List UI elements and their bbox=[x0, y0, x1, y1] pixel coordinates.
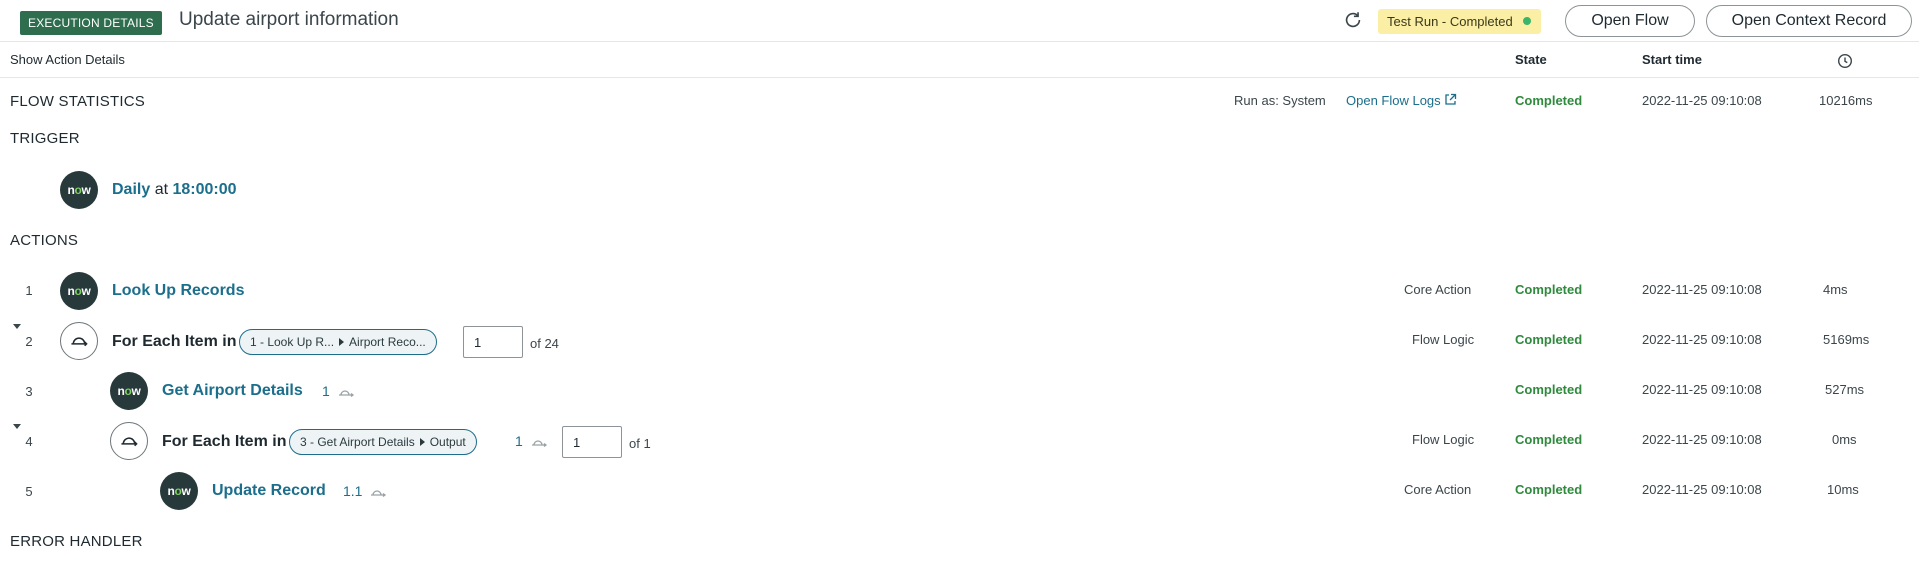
data-pill-field: Airport Reco... bbox=[349, 335, 426, 349]
iteration-total: of 24 bbox=[530, 336, 559, 351]
iteration-ref: 1.1 bbox=[343, 483, 388, 499]
action-duration: 10ms bbox=[1827, 482, 1859, 497]
loop-mini-icon bbox=[531, 440, 547, 448]
caret-right-icon bbox=[339, 338, 345, 346]
row-number: 4 bbox=[25, 434, 33, 449]
show-action-details-toggle[interactable]: Show Action Details bbox=[10, 52, 125, 67]
trigger-time: 18:00:00 bbox=[172, 181, 237, 198]
open-flow-button[interactable]: Open Flow bbox=[1565, 5, 1695, 37]
action-update-record[interactable]: Update Record bbox=[212, 482, 326, 500]
data-pill-source: 1 - Look Up R... bbox=[250, 335, 335, 349]
action-state: Completed bbox=[1515, 332, 1583, 347]
iteration-input[interactable] bbox=[562, 426, 622, 458]
action-get-airport-details[interactable]: Get Airport Details bbox=[162, 382, 303, 400]
now-logo-icon: now bbox=[60, 171, 98, 209]
data-pill[interactable]: 3 - Get Airport Details Output bbox=[289, 429, 477, 455]
action-start-time: 2022-11-25 09:10:08 bbox=[1642, 332, 1762, 347]
iteration-ref: 1 bbox=[322, 383, 356, 399]
caret-right-icon bbox=[419, 438, 425, 446]
action-type: Core Action bbox=[1404, 482, 1472, 497]
trigger-heading: TRIGGER bbox=[10, 130, 80, 147]
status-dot-icon bbox=[1522, 17, 1531, 25]
iteration-ref-number: 1 bbox=[515, 433, 523, 449]
trigger-at: at bbox=[154, 181, 169, 198]
column-start-time: Start time bbox=[1642, 52, 1702, 67]
row-number: 3 bbox=[25, 384, 33, 399]
iteration-ref: 1 bbox=[515, 433, 549, 449]
data-pill[interactable]: 1 - Look Up R... Airport Reco... bbox=[239, 329, 437, 355]
action-type: Core Action bbox=[1404, 282, 1472, 297]
iteration-ref-number: 1.1 bbox=[343, 483, 363, 499]
flow-start-time: 2022-11-25 09:10:08 bbox=[1642, 93, 1762, 108]
open-flow-logs-label: Open Flow Logs bbox=[1346, 93, 1441, 108]
header-bar: EXECUTION DETAILS Update airport informa… bbox=[0, 0, 1919, 42]
flow-duration: 10216ms bbox=[1819, 93, 1873, 108]
iteration-total: of 1 bbox=[629, 436, 651, 451]
external-link-icon bbox=[1445, 93, 1457, 105]
now-logo-icon: now bbox=[110, 372, 148, 410]
for-each-label: For Each Item in bbox=[112, 333, 237, 350]
execution-details-badge: EXECUTION DETAILS bbox=[20, 11, 162, 35]
page-title: Update airport information bbox=[179, 9, 399, 30]
column-header-row: Show Action Details State Start time bbox=[0, 42, 1919, 78]
iteration-input[interactable] bbox=[463, 326, 523, 358]
action-look-up-records[interactable]: Look Up Records bbox=[112, 282, 244, 300]
iteration-ref-number: 1 bbox=[322, 383, 330, 399]
action-state: Completed bbox=[1515, 432, 1583, 447]
data-pill-source: 3 - Get Airport Details bbox=[300, 435, 415, 449]
flow-state: Completed bbox=[1515, 93, 1583, 108]
action-duration: 4ms bbox=[1823, 282, 1848, 297]
actions-heading: ACTIONS bbox=[10, 232, 79, 249]
loop-icon bbox=[110, 422, 148, 460]
collapse-caret-icon[interactable] bbox=[13, 424, 21, 429]
status-badge: Test Run - Completed bbox=[1378, 9, 1541, 34]
action-duration: 0ms bbox=[1832, 432, 1857, 447]
action-type: Flow Logic bbox=[1412, 432, 1475, 447]
trigger-schedule[interactable]: Daily at 18:00:00 bbox=[112, 181, 237, 199]
error-handler-heading: ERROR HANDLER bbox=[10, 533, 143, 550]
for-each-label: For Each Item in bbox=[162, 433, 287, 450]
collapse-caret-icon[interactable] bbox=[13, 324, 21, 329]
data-pill-field: Output bbox=[429, 435, 466, 449]
loop-mini-icon bbox=[371, 490, 387, 498]
column-state: State bbox=[1515, 52, 1547, 67]
loop-mini-icon bbox=[338, 390, 354, 398]
clock-icon bbox=[1837, 53, 1853, 69]
action-start-time: 2022-11-25 09:10:08 bbox=[1642, 432, 1762, 447]
run-as-label: Run as: System bbox=[1234, 93, 1326, 108]
now-logo-icon: now bbox=[160, 472, 198, 510]
status-badge-label: Test Run - Completed bbox=[1387, 14, 1513, 29]
action-duration: 527ms bbox=[1825, 382, 1865, 397]
action-duration: 5169ms bbox=[1823, 332, 1870, 347]
action-start-time: 2022-11-25 09:10:08 bbox=[1642, 282, 1762, 297]
refresh-icon[interactable] bbox=[1342, 9, 1364, 31]
row-number: 2 bbox=[25, 334, 33, 349]
trigger-frequency: Daily bbox=[112, 181, 151, 198]
row-number: 1 bbox=[25, 283, 33, 298]
now-logo-icon: now bbox=[60, 272, 98, 310]
action-start-time: 2022-11-25 09:10:08 bbox=[1642, 482, 1762, 497]
row-number: 5 bbox=[25, 484, 33, 499]
open-context-record-button[interactable]: Open Context Record bbox=[1706, 5, 1912, 37]
open-flow-logs-link[interactable]: Open Flow Logs bbox=[1346, 93, 1457, 108]
action-state: Completed bbox=[1515, 282, 1583, 297]
action-start-time: 2022-11-25 09:10:08 bbox=[1642, 382, 1762, 397]
action-state: Completed bbox=[1515, 482, 1583, 497]
flow-statistics-heading: FLOW STATISTICS bbox=[10, 93, 145, 110]
action-state: Completed bbox=[1515, 382, 1583, 397]
action-type: Flow Logic bbox=[1412, 332, 1475, 347]
loop-icon bbox=[60, 322, 98, 360]
